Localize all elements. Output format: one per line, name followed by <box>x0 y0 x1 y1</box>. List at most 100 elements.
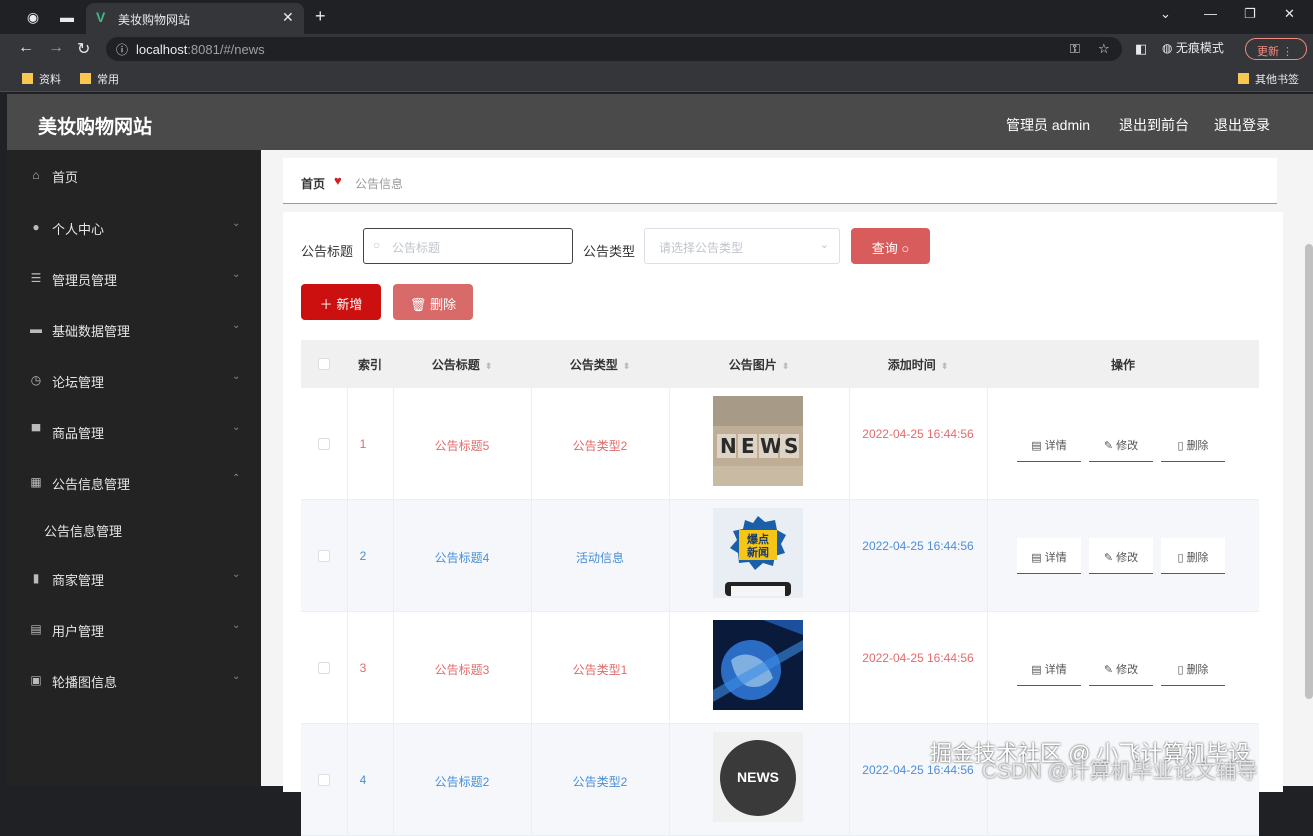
maximize-icon[interactable]: ❐ <box>1244 6 1256 22</box>
sidebar-item-forum[interactable]: ◷ 论坛管理 ⌄ <box>7 360 261 400</box>
chevron-down-icon: ⌄ <box>232 320 241 331</box>
search-icon: ○ <box>901 241 910 256</box>
plus-icon: ＋ <box>319 297 333 312</box>
chevron-down-icon: ⌄ <box>232 569 241 580</box>
sidebar-item-admins[interactable]: ☰ 管理员管理 ⌄ <box>7 258 261 298</box>
col-time[interactable]: 添加时间 ⬍ <box>849 356 987 373</box>
svg-text:新闻: 新闻 <box>747 545 769 559</box>
add-button[interactable]: ＋ 新增 <box>301 284 381 320</box>
breadcrumb-current: 公告信息 <box>355 177 404 191</box>
new-tab-icon[interactable]: + <box>315 6 326 27</box>
svg-text:W: W <box>760 434 782 458</box>
minimize-icon[interactable]: — <box>1204 6 1217 21</box>
folder-icon <box>22 73 33 84</box>
pencil-icon: ✎ <box>1103 664 1114 676</box>
delete-button[interactable]: ▯ 删除 <box>1161 650 1225 686</box>
breadcrumb: 首页 ♥ 公告信息 <box>283 158 1277 204</box>
row-checkbox[interactable] <box>318 662 330 674</box>
browser-toolbar: ← → ↻ ⓘ localhost:8081/#/news ⚿ ☆ ◧ ◍ 无痕… <box>0 34 1313 64</box>
bookmark-folder[interactable]: 常用 <box>80 71 119 87</box>
edit-button[interactable]: ✎ 修改 <box>1089 538 1153 574</box>
detail-button[interactable]: ▤ 详情 <box>1017 426 1081 462</box>
chevron-down-icon: ⌄ <box>232 620 241 631</box>
row-checkbox[interactable] <box>318 774 330 786</box>
browser-tab-strip: ◉ ▬ V 美妆购物网站 ✕ + ⌄ — ❐ ✕ <box>0 0 1313 34</box>
doc-icon: ▤ <box>1031 552 1042 564</box>
close-tab-icon[interactable]: ✕ <box>282 9 294 26</box>
notice-image[interactable]: NEWS <box>713 732 803 822</box>
chevron-down-icon: ⌄ <box>232 671 241 682</box>
sort-icon: ⬍ <box>781 361 790 371</box>
admin-label: 管理员 admin <box>1006 117 1091 133</box>
row-index: 3 <box>359 661 367 675</box>
detail-button[interactable]: ▤ 详情 <box>1017 650 1081 686</box>
tab-search-icon[interactable]: ▬ <box>58 8 76 26</box>
notice-image[interactable] <box>713 620 803 710</box>
close-window-icon[interactable]: ✕ <box>1284 6 1295 22</box>
browser-tab[interactable]: V 美妆购物网站 ✕ <box>86 3 304 34</box>
chevron-down-icon: ⌄ <box>232 371 241 382</box>
info-icon[interactable]: ⓘ <box>116 41 128 58</box>
chevron-down-icon: ⌄ <box>232 422 241 433</box>
sliders-icon: ☰ <box>30 271 42 285</box>
col-title[interactable]: 公告标题 ⬍ <box>393 356 531 373</box>
bookmark-folder[interactable]: 资料 <box>22 71 61 87</box>
home-icon: ⌂ <box>32 168 40 182</box>
delete-button[interactable]: ▯ 删除 <box>1161 538 1225 574</box>
sort-icon: ⬍ <box>484 361 493 371</box>
logout-link[interactable]: 退出登录 <box>1214 115 1270 135</box>
edit-button[interactable]: ✎ 修改 <box>1089 650 1153 686</box>
query-button[interactable]: 查询 ○ <box>851 228 930 264</box>
reload-icon[interactable]: ↻ <box>77 39 90 59</box>
sidebar-item-profile[interactable]: ● 个人中心 ⌄ <box>7 207 261 247</box>
type-select[interactable]: 请选择公告类型 ⌄ <box>644 228 840 264</box>
folder-icon <box>80 73 91 84</box>
trash-icon: 🗑 <box>409 297 427 312</box>
notice-image[interactable]: NEWS <box>713 396 803 486</box>
tab-list-icon[interactable]: ⌄ <box>1160 6 1171 22</box>
svg-text:E: E <box>741 434 755 458</box>
edit-button[interactable]: ✎ 修改 <box>1089 426 1153 462</box>
forward-icon[interactable]: → <box>48 39 64 57</box>
bookmark-star-icon[interactable]: ☆ <box>1098 41 1110 57</box>
breadcrumb-home[interactable]: 首页 <box>301 175 325 192</box>
update-button[interactable]: 更新 ⋮ <box>1245 38 1307 60</box>
batch-delete-button[interactable]: 🗑 删除 <box>393 284 473 320</box>
sidebar-item-users[interactable]: ▤ 用户管理 ⌄ <box>7 609 261 649</box>
incognito-indicator[interactable]: ◍ 无痕模式 <box>1162 39 1224 56</box>
sidebar-item-basedata[interactable]: ▬ 基础数据管理 ⌄ <box>7 309 261 349</box>
sidepanel-icon[interactable]: ◧ <box>1135 41 1147 57</box>
sidebar-item-home[interactable]: ⌂ 首页 <box>7 155 261 195</box>
key-icon[interactable]: ⚿ <box>1070 41 1080 57</box>
row-title: 公告标题3 <box>434 663 490 677</box>
row-time: 2022-04-25 16:44:56 <box>862 651 974 665</box>
svg-text:N: N <box>720 434 737 458</box>
table-header: 索引 公告标题 ⬍ 公告类型 ⬍ 公告图片 ⬍ 添加时间 ⬍ 操作 <box>301 340 1259 388</box>
back-icon[interactable]: ← <box>18 39 34 57</box>
title-search-input[interactable]: ○ 公告标题 <box>363 228 573 264</box>
table-row: 3 公告标题3 公告类型1 2022-04-25 16:44:56 ▤ 详情 ✎… <box>301 612 1259 724</box>
sidebar-item-notices[interactable]: ▦ 公告信息管理 ⌃ <box>7 462 261 502</box>
row-checkbox[interactable] <box>318 550 330 562</box>
other-bookmarks[interactable]: 其他书签 <box>1238 71 1299 87</box>
tab-title: 美妆购物网站 <box>118 13 191 27</box>
sidebar-item-goods[interactable]: ▀ 商品管理 ⌄ <box>7 411 261 451</box>
col-type[interactable]: 公告类型 ⬍ <box>531 356 669 373</box>
scrollbar[interactable] <box>1305 244 1313 699</box>
bar-chart-icon: ▮ <box>32 571 40 585</box>
select-all-checkbox[interactable] <box>318 358 330 370</box>
detail-button[interactable]: ▤ 详情 <box>1017 538 1081 574</box>
row-checkbox[interactable] <box>318 438 330 450</box>
delete-button[interactable]: ▯ 删除 <box>1161 426 1225 462</box>
address-bar[interactable]: ⓘ localhost:8081/#/news ⚿ ☆ <box>106 37 1122 61</box>
sidebar-item-merchants[interactable]: ▮ 商家管理 ⌄ <box>7 558 261 598</box>
col-image[interactable]: 公告图片 ⬍ <box>669 356 849 373</box>
sidebar-subitem-notices[interactable]: 公告信息管理 <box>44 521 122 540</box>
svg-text:NEWS: NEWS <box>737 769 779 785</box>
row-time: 2022-04-25 16:44:56 <box>862 427 974 441</box>
notice-image[interactable]: 爆点 新闻 <box>713 508 803 598</box>
to-front-link[interactable]: 退出到前台 <box>1119 115 1189 135</box>
sidebar-item-carousel[interactable]: ▣ 轮播图信息 ⌄ <box>7 660 261 700</box>
box-icon: ▀ <box>31 424 41 438</box>
site-icon[interactable]: ◉ <box>24 8 42 26</box>
